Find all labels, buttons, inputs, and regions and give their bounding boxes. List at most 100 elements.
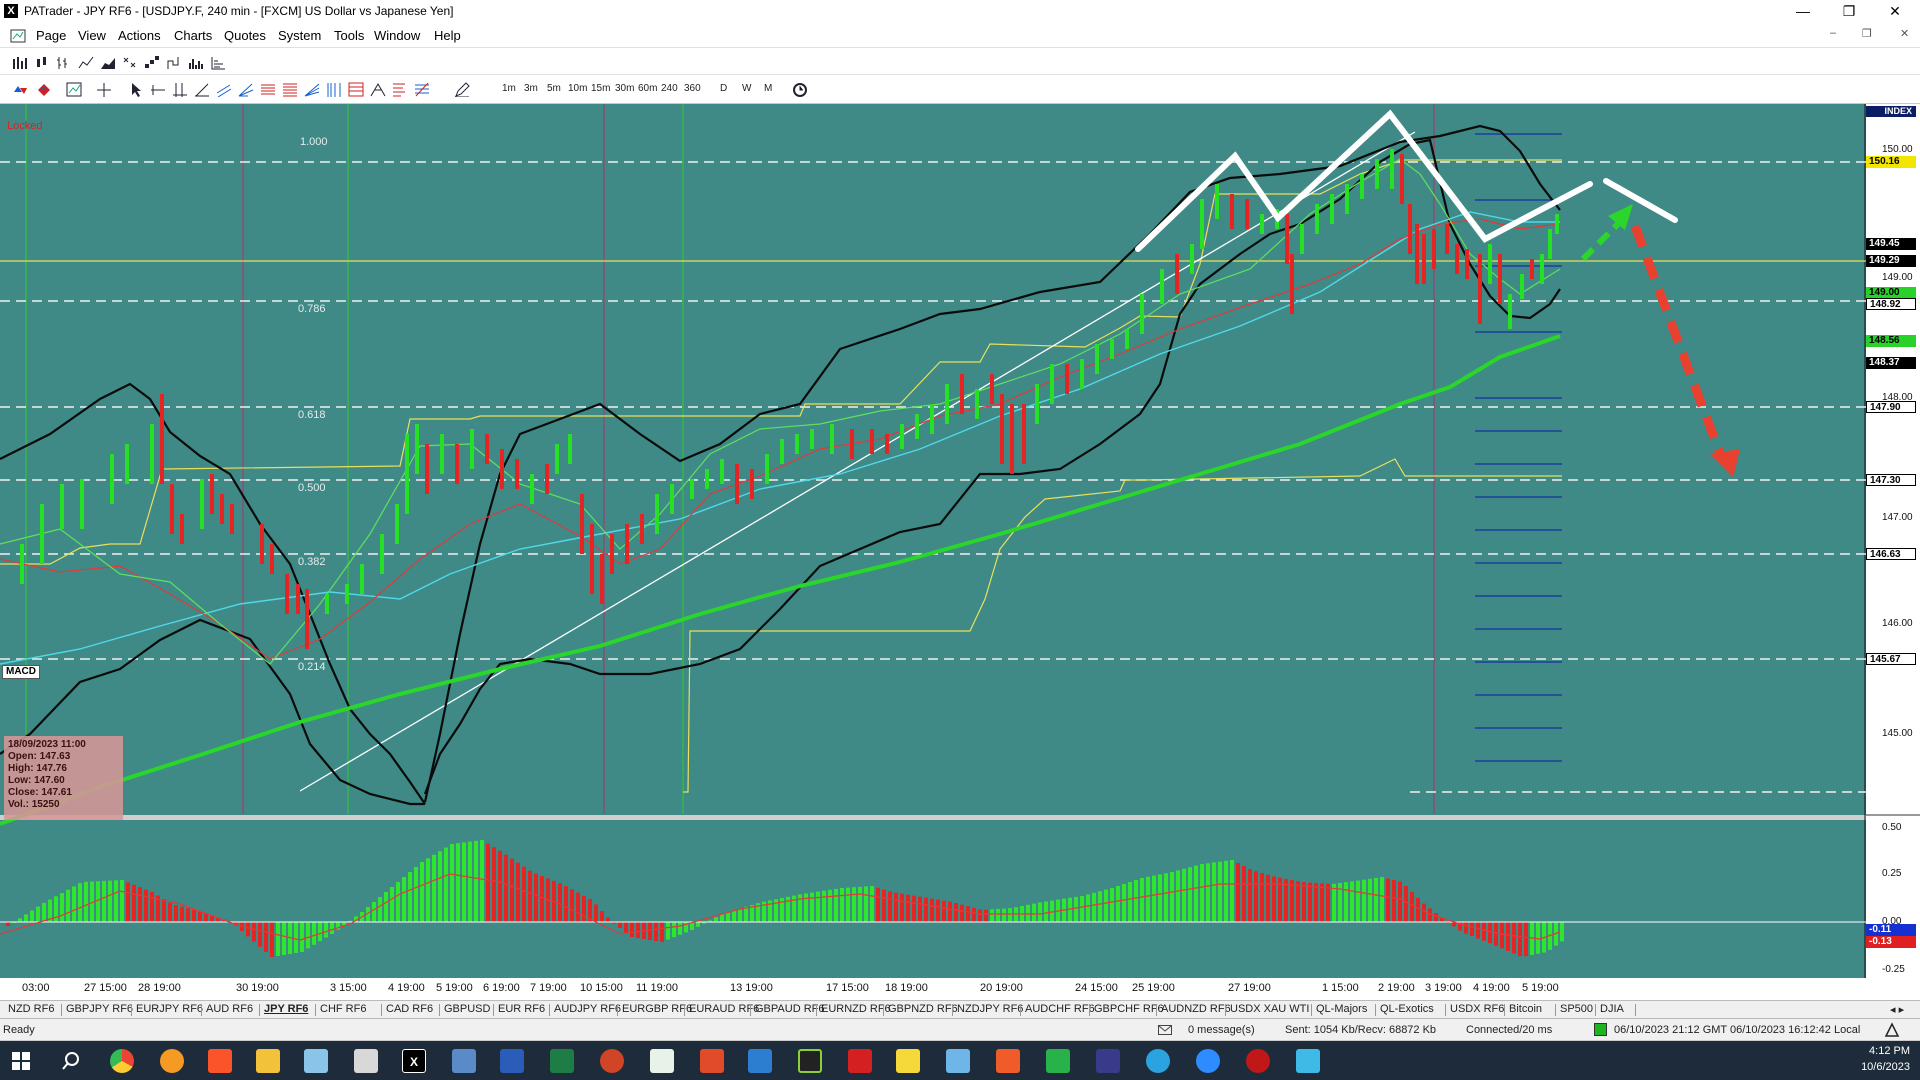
- andrews-pitchfork-icon[interactable]: [238, 82, 254, 97]
- buy-sell-icon[interactable]: [12, 82, 28, 97]
- menu-system[interactable]: System: [278, 28, 321, 43]
- fibonacci-retracement-icon[interactable]: [260, 82, 276, 97]
- status-messages[interactable]: 0 message(s): [1188, 1024, 1255, 1036]
- search-icon[interactable]: [62, 1052, 80, 1070]
- camtasia-icon[interactable]: [1046, 1049, 1070, 1073]
- timeframe-15m[interactable]: 15m: [591, 83, 610, 94]
- channel-icon[interactable]: [216, 82, 232, 97]
- file-explorer-icon[interactable]: [256, 1049, 280, 1073]
- symbol-tab-usdx-rf6[interactable]: USDX RF6: [1450, 1003, 1504, 1015]
- point-figure-icon[interactable]: [122, 55, 138, 70]
- patrader-x-icon[interactable]: X: [402, 1049, 426, 1073]
- symbol-tab-eur-rf6[interactable]: EUR RF6: [498, 1003, 545, 1015]
- symbol-tab-eurgbp-rf6[interactable]: EURGBP RF6: [622, 1003, 692, 1015]
- telegram-icon[interactable]: [1146, 1049, 1170, 1073]
- volume-chart-icon[interactable]: [188, 55, 204, 70]
- menu-quotes[interactable]: Quotes: [224, 28, 266, 43]
- timeframe-60m[interactable]: 60m: [638, 83, 657, 94]
- taskbar-time[interactable]: 4:12 PM: [1830, 1045, 1910, 1057]
- trade-icon[interactable]: [36, 82, 52, 97]
- menu-actions[interactable]: Actions: [118, 28, 161, 43]
- timeframe-monthly[interactable]: M: [764, 83, 772, 94]
- renko-chart-icon[interactable]: [144, 55, 160, 70]
- maximize-button[interactable]: ❐: [1826, 0, 1872, 24]
- symbol-tab-gbpaud-rf6[interactable]: GBPAUD RF6: [755, 1003, 824, 1015]
- vertical-line-icon[interactable]: [172, 82, 188, 97]
- powerpoint-icon[interactable]: [600, 1049, 624, 1073]
- resize-grip-icon[interactable]: [1884, 1022, 1900, 1037]
- screen-app-icon[interactable]: [946, 1049, 970, 1073]
- red-app-icon[interactable]: [848, 1049, 872, 1073]
- timeframe-daily[interactable]: D: [720, 83, 727, 94]
- clock-icon[interactable]: [792, 82, 808, 97]
- timeframe-3m[interactable]: 3m: [524, 83, 538, 94]
- symbol-tab-jpy-rf6[interactable]: JPY RF6: [264, 1003, 308, 1015]
- symbol-tab-gbpchf-rf6[interactable]: GBPCHF RF6: [1094, 1003, 1164, 1015]
- indicator-icon[interactable]: [66, 82, 82, 97]
- brave-icon[interactable]: [208, 1049, 232, 1073]
- snagit-icon[interactable]: [700, 1049, 724, 1073]
- symbol-tab-sp500[interactable]: SP500: [1560, 1003, 1593, 1015]
- menu-view[interactable]: View: [78, 28, 106, 43]
- mail-icon[interactable]: [1158, 1025, 1172, 1035]
- cursor-icon[interactable]: [128, 82, 144, 97]
- symbol-tab-gbpusd[interactable]: GBPUSD: [444, 1003, 490, 1015]
- symbol-tab-audjpy-rf6[interactable]: AUDJPY RF6: [554, 1003, 621, 1015]
- chrome-icon[interactable]: [110, 1049, 134, 1073]
- fibonacci-extension-icon[interactable]: [282, 82, 298, 97]
- notepad-icon[interactable]: [304, 1049, 328, 1073]
- sync-app-icon[interactable]: [1296, 1049, 1320, 1073]
- symbol-tab-bitcoin[interactable]: Bitcoin: [1509, 1003, 1542, 1015]
- menu-tools[interactable]: Tools: [334, 28, 364, 43]
- symbol-tab-usdx-xau-wti[interactable]: USDX XAU WTI: [1230, 1003, 1309, 1015]
- candle-chart-icon[interactable]: [34, 55, 50, 70]
- c-app-icon[interactable]: [996, 1049, 1020, 1073]
- minimize-button[interactable]: —: [1780, 0, 1826, 24]
- symbol-tab-eurjpy-rf6[interactable]: EURJPY RF6: [136, 1003, 203, 1015]
- price-chart-canvas[interactable]: [0, 104, 1920, 990]
- timeframe-240[interactable]: 240: [661, 83, 678, 94]
- fibonacci-fan-icon[interactable]: [304, 82, 320, 97]
- spreadsheet-icon[interactable]: [650, 1049, 674, 1073]
- record-app-icon[interactable]: [1246, 1049, 1270, 1073]
- histogram-icon[interactable]: [210, 55, 226, 70]
- mdi-minimize-button[interactable]: –: [1830, 27, 1836, 39]
- excel-icon[interactable]: [550, 1049, 574, 1073]
- symbol-tab-nzdjpy-rf6[interactable]: NZDJPY RF6: [957, 1003, 1023, 1015]
- ohlc-chart-icon[interactable]: [56, 55, 72, 70]
- timeframe-360[interactable]: 360: [684, 83, 701, 94]
- windows-start-icon[interactable]: [12, 1052, 30, 1070]
- tab-scroll-arrows[interactable]: ◂ ▸: [1890, 1003, 1904, 1016]
- gann-box-icon[interactable]: [348, 82, 364, 97]
- bar-chart-icon[interactable]: [12, 55, 28, 70]
- kagi-chart-icon[interactable]: [166, 55, 182, 70]
- symbol-tab-nzd-rf6[interactable]: NZD RF6: [8, 1003, 54, 1015]
- patrader-chart-icon[interactable]: [354, 1049, 378, 1073]
- chart-area[interactable]: Locked INDEX 1.000 0.786 0.618 0.500 0.3…: [0, 104, 1920, 994]
- mail-app-icon[interactable]: [160, 1049, 184, 1073]
- menu-help[interactable]: Help: [434, 28, 461, 43]
- menu-charts[interactable]: Charts: [174, 28, 212, 43]
- trendline-icon[interactable]: [194, 82, 210, 97]
- quote-app-icon[interactable]: [1096, 1049, 1120, 1073]
- symbol-tab-ql-majors[interactable]: QL-Majors: [1316, 1003, 1367, 1015]
- mdi-restore-button[interactable]: ❐: [1862, 27, 1872, 40]
- symbol-tab-cad-rf6[interactable]: CAD RF6: [386, 1003, 433, 1015]
- n-app-icon[interactable]: [798, 1049, 822, 1073]
- close-button[interactable]: ✕: [1872, 0, 1918, 24]
- symbol-tab-chf-rf6[interactable]: CHF RF6: [320, 1003, 366, 1015]
- zoom-icon[interactable]: [1196, 1049, 1220, 1073]
- timeframe-1m[interactable]: 1m: [502, 83, 516, 94]
- calculator-icon[interactable]: [452, 1049, 476, 1073]
- timeframe-10m[interactable]: 10m: [568, 83, 587, 94]
- menu-page[interactable]: Page: [36, 28, 66, 43]
- pencil-tool-icon[interactable]: [454, 82, 470, 97]
- symbol-tab-gbpnzd-rf6[interactable]: GBPNZD RF6: [888, 1003, 958, 1015]
- taskbar-date[interactable]: 10/6/2023: [1830, 1061, 1910, 1073]
- symbol-tab-ql-exotics[interactable]: QL-Exotics: [1380, 1003, 1434, 1015]
- area-chart-icon[interactable]: [100, 55, 116, 70]
- fibonacci-timezones-icon[interactable]: [326, 82, 342, 97]
- timeframe-30m[interactable]: 30m: [615, 83, 634, 94]
- symbol-tab-gbpjpy-rf6[interactable]: GBPJPY RF6: [66, 1003, 133, 1015]
- timeframe-weekly[interactable]: W: [742, 83, 751, 94]
